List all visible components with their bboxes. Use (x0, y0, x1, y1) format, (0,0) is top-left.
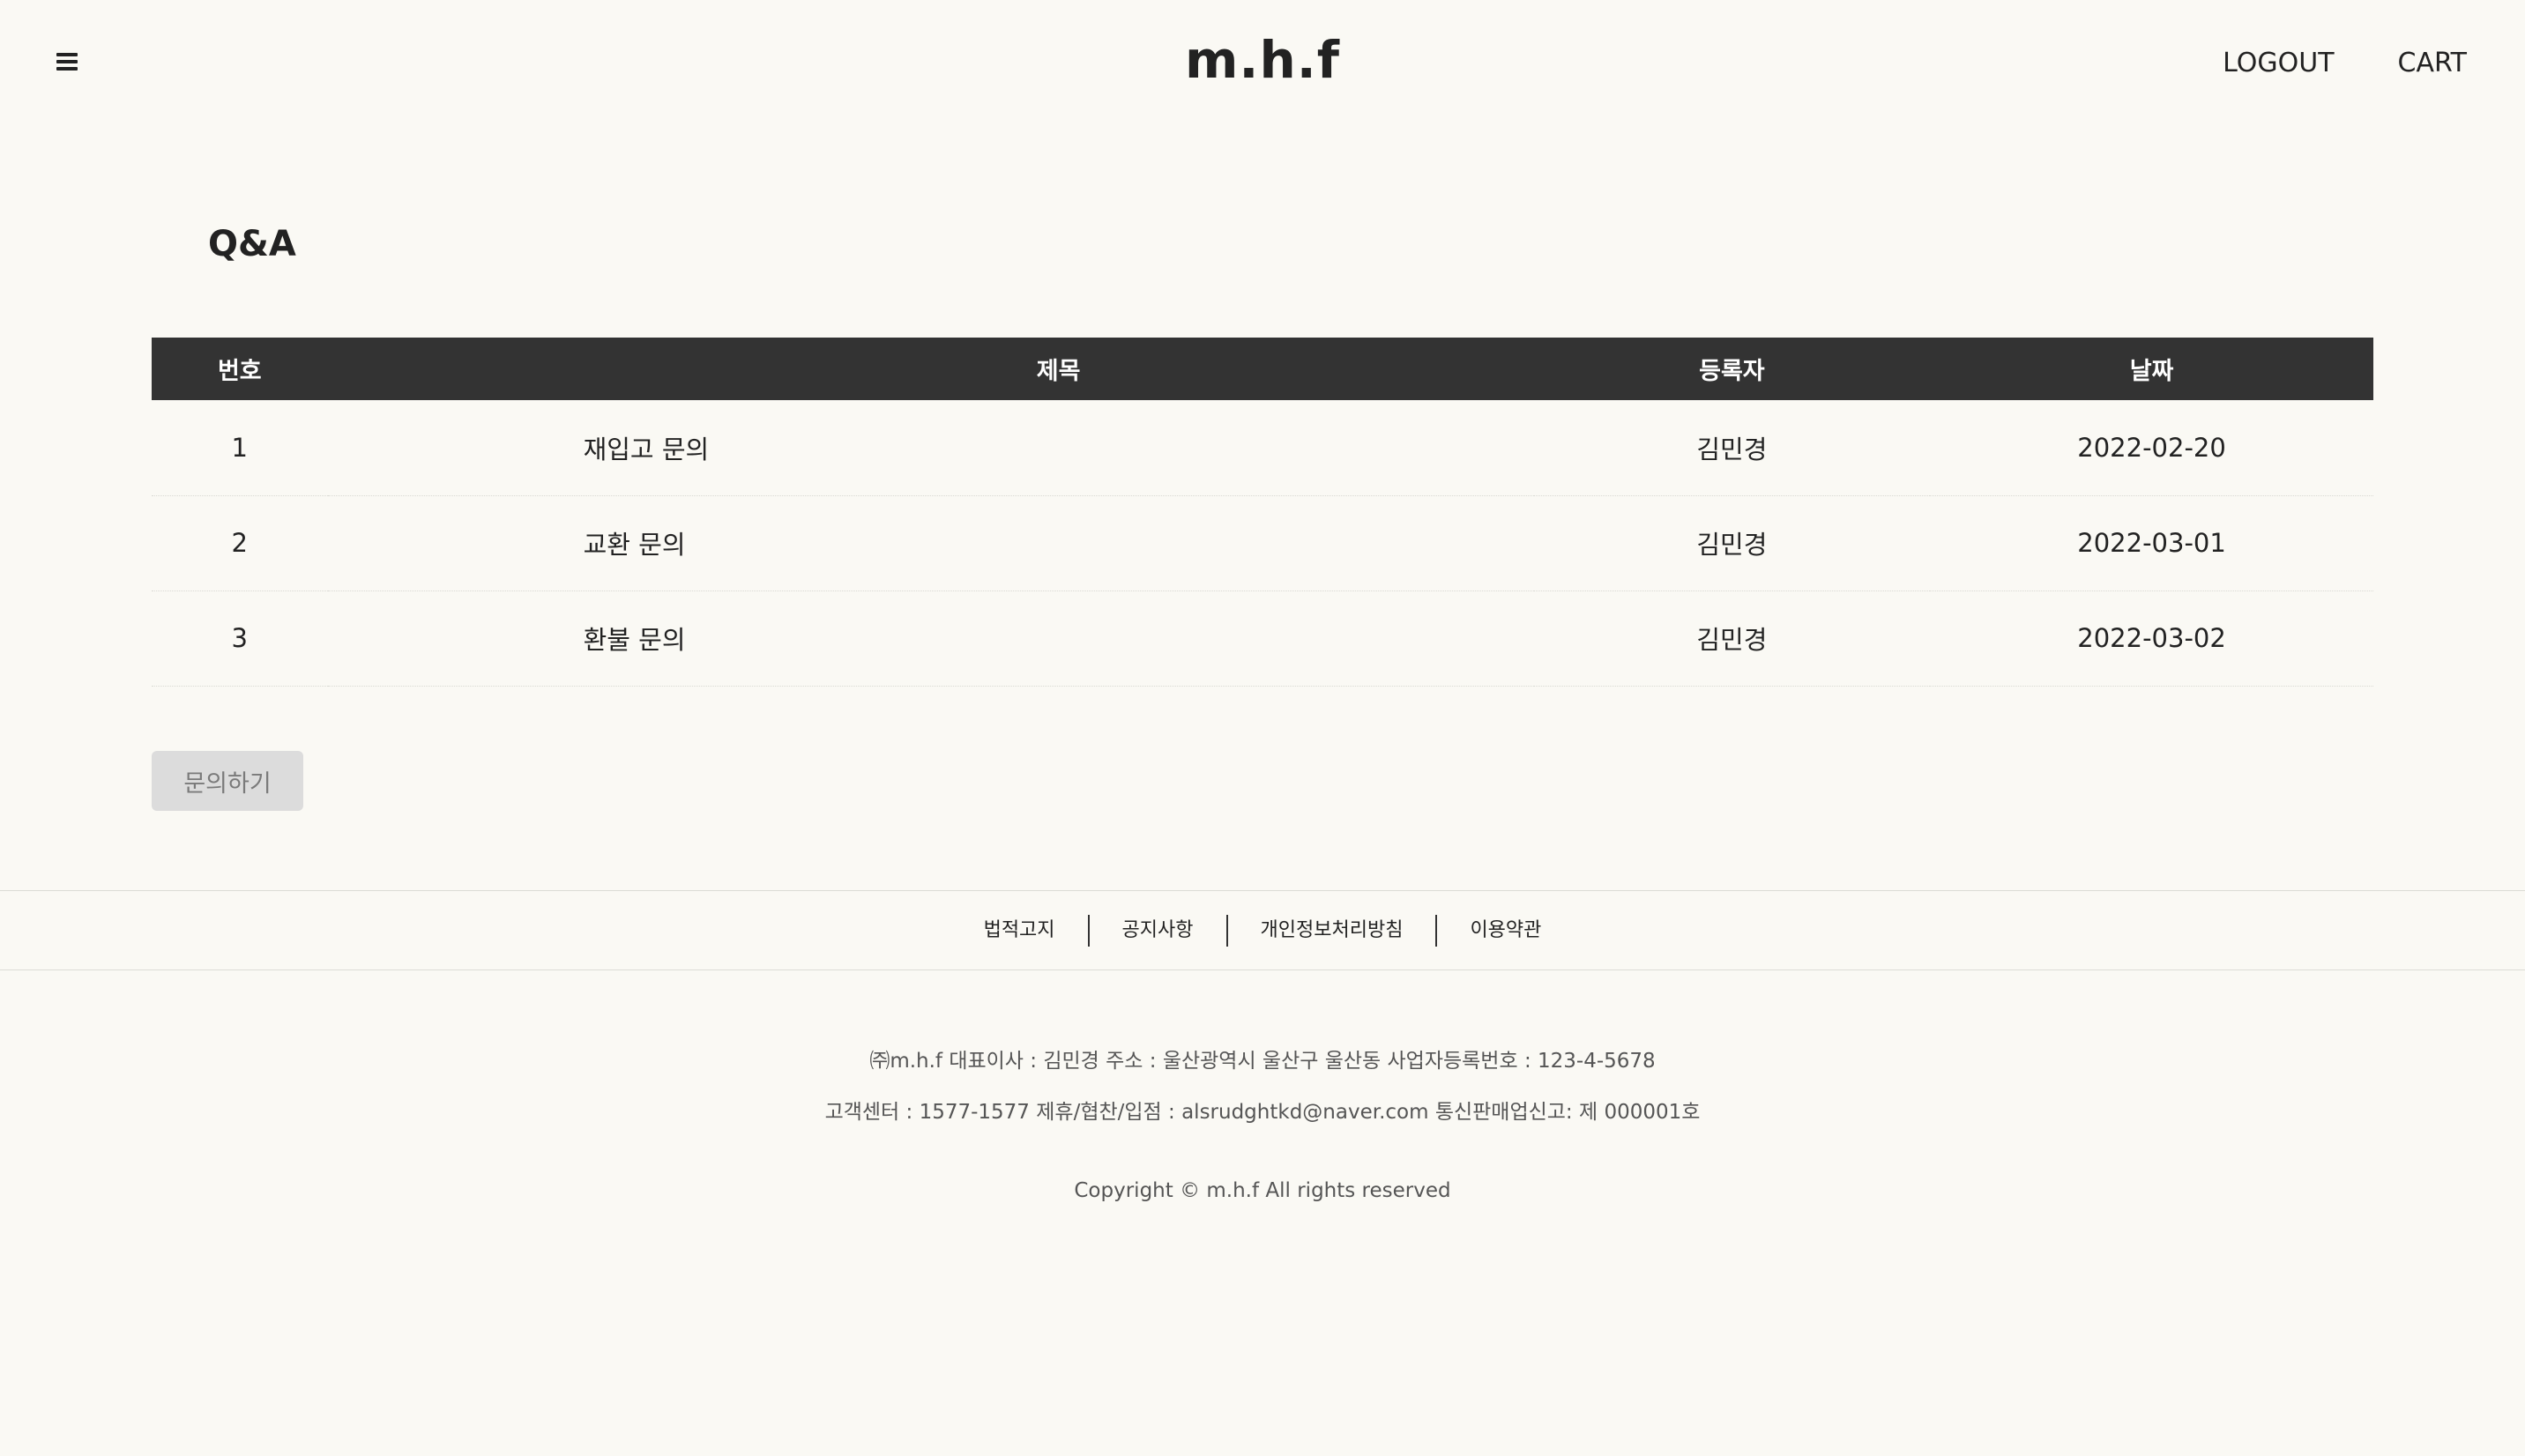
table-row[interactable]: 1 재입고 문의 김민경 2022-02-20 (152, 400, 2373, 496)
row-writer: 김민경 (1533, 495, 1931, 591)
footer-links: 법적고지 공지사항 개인정보처리방침 이용약관 (0, 890, 2525, 970)
qa-table: 번호 제목 등록자 날짜 1 재입고 문의 김민경 2022-02-20 2 교… (152, 338, 2373, 687)
row-date: 2022-03-02 (1930, 591, 2373, 687)
row-writer: 김민경 (1533, 591, 1931, 687)
row-title-link[interactable]: 환불 문의 (584, 625, 686, 655)
footer-link-terms[interactable]: 이용약관 (1437, 915, 1574, 947)
logo-container: m.h.f (0, 30, 2525, 90)
column-header-number: 번호 (217, 358, 262, 385)
table-header: 번호 제목 등록자 날짜 (152, 338, 2373, 400)
row-title-cell: 교환 문의 (327, 495, 1534, 591)
table-row[interactable]: 2 교환 문의 김민경 2022-03-01 (152, 495, 2373, 591)
row-number: 1 (152, 400, 328, 496)
row-title-cell: 환불 문의 (327, 591, 1534, 687)
column-header-writer: 등록자 (1699, 358, 1765, 385)
logout-link[interactable]: LOGOUT (2223, 48, 2334, 78)
row-date: 2022-03-01 (1930, 495, 2373, 591)
company-info: ㈜m.h.f 대표이사 : 김민경 주소 : 울산광역시 울산구 울산동 사업자… (869, 1050, 1656, 1073)
column-header-title: 제목 (1036, 358, 1081, 385)
row-number: 3 (152, 591, 328, 687)
footer-link-notice[interactable]: 공지사항 (1090, 915, 1226, 947)
row-date: 2022-02-20 (1930, 400, 2373, 496)
table-header-row: 번호 제목 등록자 날짜 (152, 338, 2373, 400)
row-writer: 김민경 (1533, 400, 1931, 496)
contact-info: 고객센터 : 1577-1577 제휴/협찬/입점 : alsrudghtkd@… (824, 1101, 1701, 1124)
header-nav: LOGOUT CART (2223, 48, 2467, 78)
copyright-text: Copyright © m.h.f All rights reserved (1074, 1179, 1451, 1202)
site-logo[interactable]: m.h.f (1185, 30, 1340, 90)
row-title-link[interactable]: 교환 문의 (584, 530, 686, 560)
row-title-link[interactable]: 재입고 문의 (584, 435, 710, 464)
footer-link-legal[interactable]: 법적고지 (951, 915, 1088, 947)
row-number: 2 (152, 495, 328, 591)
footer-link-privacy[interactable]: 개인정보처리방침 (1228, 915, 1436, 947)
column-header-date: 날짜 (2129, 358, 2174, 385)
table-body: 1 재입고 문의 김민경 2022-02-20 2 교환 문의 김민경 2022… (152, 400, 2373, 687)
cart-link[interactable]: CART (2398, 48, 2467, 78)
row-title-cell: 재입고 문의 (327, 400, 1534, 496)
ask-question-button[interactable]: 문의하기 (152, 751, 303, 811)
page: m.h.f LOGOUT CART Q&A 번호 제목 등록자 날짜 1 재입고… (0, 0, 2525, 1456)
page-title: Q&A (208, 224, 296, 264)
site-header: m.h.f LOGOUT CART (0, 0, 2525, 127)
table-row[interactable]: 3 환불 문의 김민경 2022-03-02 (152, 591, 2373, 687)
